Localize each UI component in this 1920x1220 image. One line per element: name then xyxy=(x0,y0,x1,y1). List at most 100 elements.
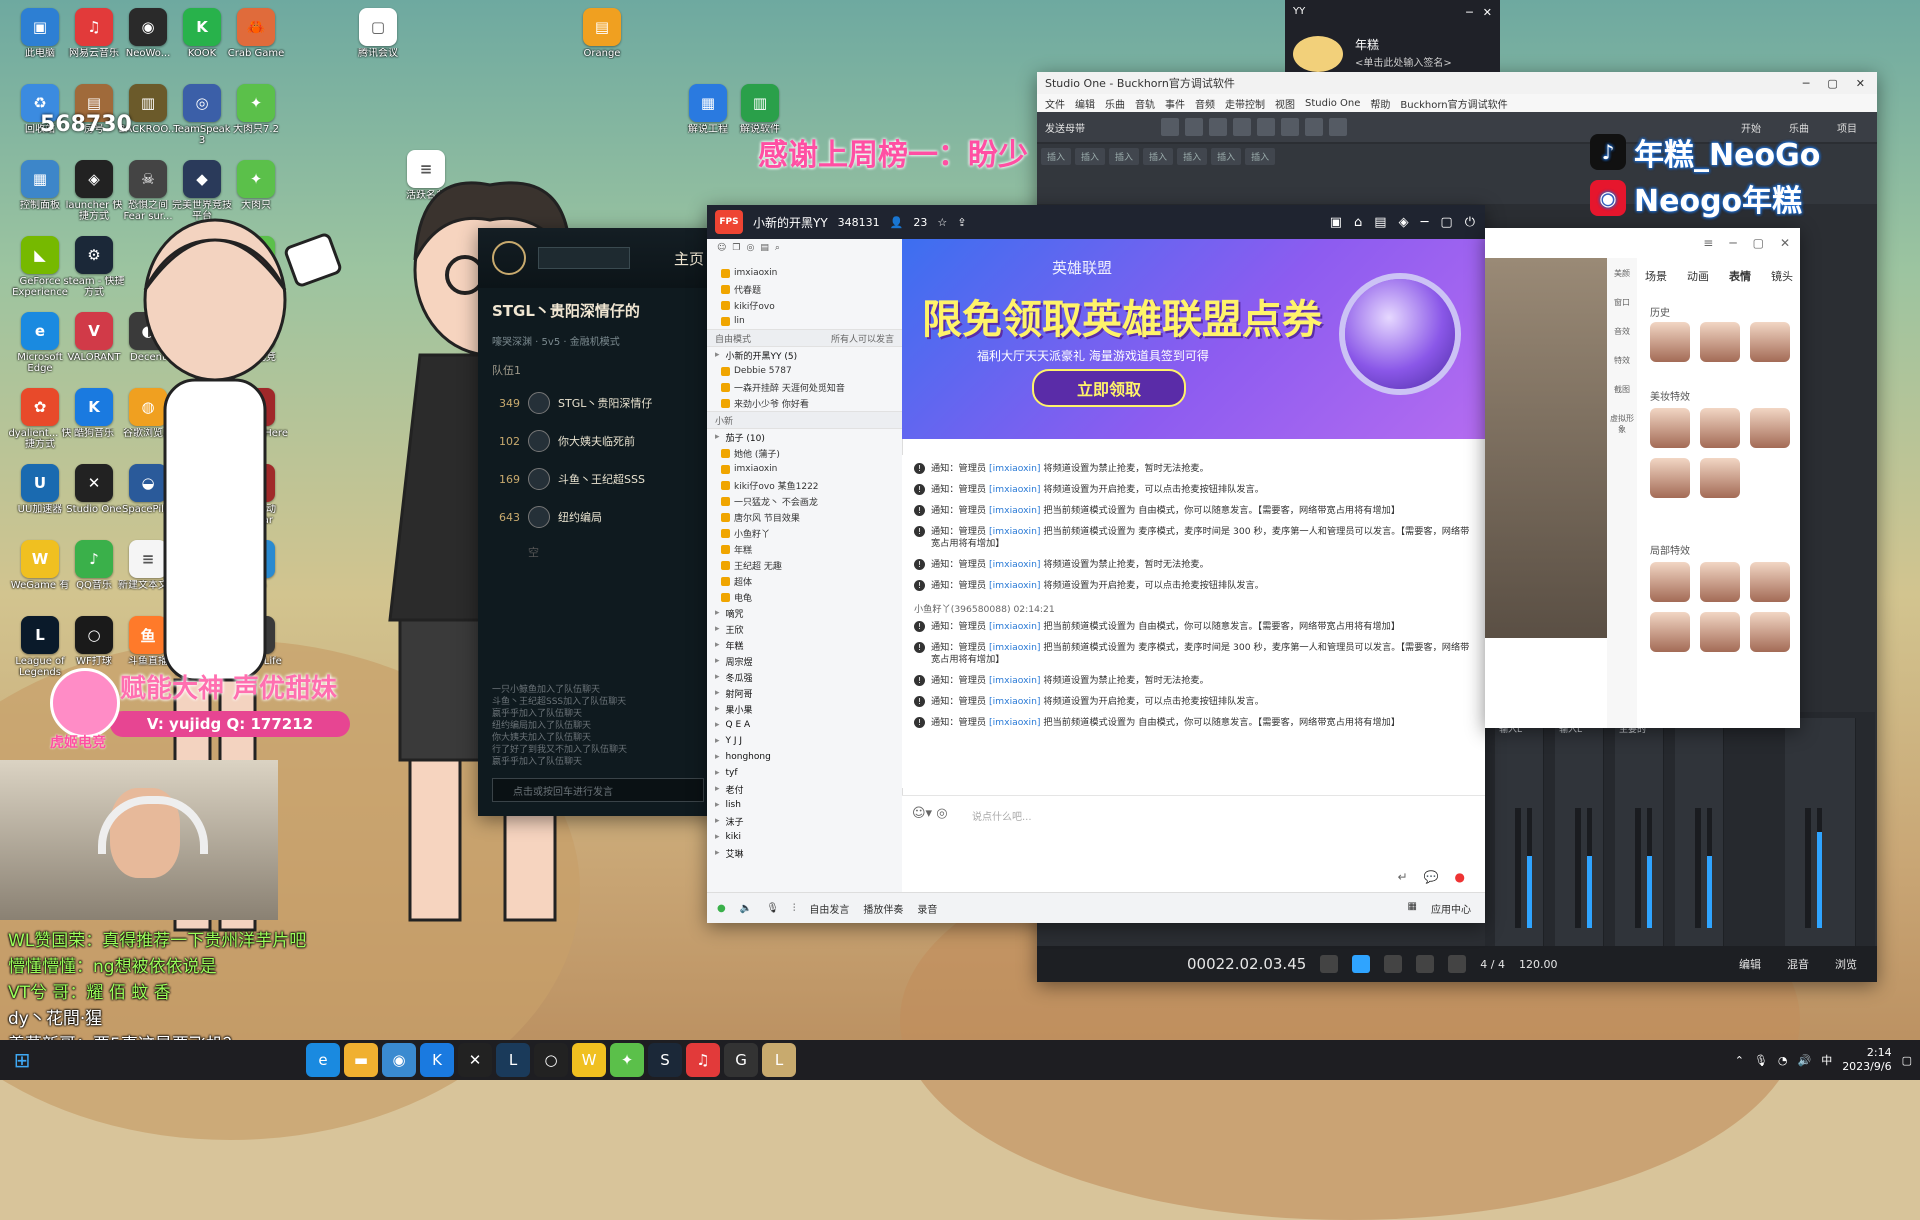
studio-tab[interactable]: 项目 xyxy=(1837,120,1857,135)
user-icon[interactable]: ☺ xyxy=(717,243,726,261)
ime-icon[interactable]: 中 xyxy=(1821,1052,1832,1068)
home-icon[interactable]: ⌂ xyxy=(1354,215,1362,230)
effect-thumb[interactable] xyxy=(1750,562,1790,602)
eraser-tool-icon[interactable] xyxy=(1233,118,1251,136)
minimize-icon[interactable]: ─ xyxy=(1421,215,1429,230)
effect-thumb[interactable] xyxy=(1700,322,1740,362)
effect-thumb[interactable] xyxy=(1750,612,1790,652)
subchannel[interactable]: 老付 xyxy=(707,781,902,797)
subchannel[interactable]: 果小果 xyxy=(707,701,902,717)
play-accompaniment-button[interactable]: 播放伴奏 xyxy=(863,901,903,916)
subchannel[interactable]: 射阿哥 xyxy=(707,685,902,701)
user-signature[interactable]: <单击此处输入签名> xyxy=(1355,54,1452,69)
emoji-icon[interactable]: ☺▾ ◎ xyxy=(912,806,948,821)
menu-item[interactable]: 音轨 xyxy=(1135,96,1155,111)
mic-tray-icon[interactable]: 🎙 xyxy=(1754,1054,1768,1067)
chrome-icon[interactable]: ◉ xyxy=(382,1043,416,1077)
screen-icon[interactable]: ▣ xyxy=(1330,215,1342,230)
subchannel[interactable]: 王欣 xyxy=(707,621,902,637)
split-tool-icon[interactable] xyxy=(1209,118,1227,136)
menu-item[interactable]: 帮助 xyxy=(1370,96,1390,111)
note-icon[interactable]: ▤ xyxy=(760,243,769,261)
channel-user[interactable]: 她他 (蒲子) xyxy=(707,445,902,461)
player-row[interactable]: 643 纽约编局 xyxy=(478,498,718,536)
record-button[interactable]: 录音 xyxy=(917,901,937,916)
desktop-icon[interactable]: ⚙ steam - 快捷方式 xyxy=(62,236,126,298)
fx-tab[interactable]: 表情 xyxy=(1729,268,1751,284)
fx-side-item[interactable]: 窗口 xyxy=(1607,297,1637,308)
record-button[interactable] xyxy=(1416,955,1435,973)
dayan-icon[interactable]: ✦ xyxy=(610,1043,644,1077)
subchannel[interactable]: 艾琳 xyxy=(707,845,902,861)
effect-thumb[interactable] xyxy=(1650,322,1690,362)
fx-side-item[interactable]: 截图 xyxy=(1607,384,1637,395)
arrow-tool-icon[interactable] xyxy=(1161,118,1179,136)
insert-slot[interactable]: 插入 xyxy=(1211,148,1242,165)
subchannel[interactable]: 嘀咒 xyxy=(707,605,902,621)
chat-input-area[interactable]: ☺▾ ◎ 说点什么吧... ↵ 💬 ● xyxy=(902,795,1485,894)
channel-user[interactable]: imxiaoxin xyxy=(707,461,902,477)
menu-icon[interactable]: ≡ xyxy=(1703,236,1713,250)
channel-user[interactable]: 小鱼籽丫 xyxy=(707,525,902,541)
player-row[interactable]: 102 你大姨夫临死前 xyxy=(478,422,718,460)
share-icon[interactable]: ⇪ xyxy=(957,216,966,229)
maximize-icon[interactable]: ▢ xyxy=(1753,236,1764,250)
fx-tab[interactable]: 动画 xyxy=(1687,268,1709,284)
effect-thumb[interactable] xyxy=(1700,408,1740,448)
channel-user[interactable]: 超体 xyxy=(707,573,902,589)
subchannel[interactable]: lish xyxy=(707,797,902,813)
menu-item[interactable]: Buckhorn官方调试软件 xyxy=(1400,96,1507,111)
channel-user[interactable]: kiki仔ovo 某鱼1222 xyxy=(707,477,902,493)
insert-slot[interactable]: 插入 xyxy=(1177,148,1208,165)
minimize-icon[interactable]: ─ xyxy=(1729,236,1736,250)
wf-icon[interactable]: ○ xyxy=(534,1043,568,1077)
empty-slot[interactable]: 空 xyxy=(478,536,718,568)
speaker-icon[interactable]: 🔈 xyxy=(740,903,752,914)
power-icon[interactable]: ⏻ xyxy=(1465,215,1475,230)
edge-icon[interactable]: e xyxy=(306,1043,340,1077)
paint-tool-icon[interactable] xyxy=(1257,118,1275,136)
steam-icon[interactable]: S xyxy=(648,1043,682,1077)
effect-thumb[interactable] xyxy=(1700,562,1740,602)
channel-user[interactable]: 唐尔风 节目效果 xyxy=(707,509,902,525)
lobby-chat-input[interactable]: 点击或按回车进行发言 xyxy=(492,778,704,802)
admin-name[interactable]: [imxiaoxin] xyxy=(989,484,1040,495)
grid-icon[interactable]: ▦ xyxy=(1408,901,1417,916)
search-icon[interactable]: ⌕ xyxy=(775,243,780,261)
insert-slot[interactable]: 插入 xyxy=(1245,148,1276,165)
desktop-icon[interactable]: ✦ 大肉只7.2 xyxy=(224,84,288,135)
subchannel[interactable]: 小新的开黑YY (5) xyxy=(707,347,902,363)
channel-user[interactable]: 一只猛龙丶 不会画龙 xyxy=(707,493,902,509)
mic-queue-user[interactable]: imxiaoxin xyxy=(707,265,902,281)
record-icon[interactable]: ● xyxy=(1455,870,1465,884)
menu-item[interactable]: 视图 xyxy=(1275,96,1295,111)
avatar[interactable] xyxy=(1293,36,1343,72)
netease-music-icon[interactable]: ♫ xyxy=(686,1043,720,1077)
admin-name[interactable]: [imxiaoxin] xyxy=(989,621,1040,632)
fx-tab[interactable]: 镜头 xyxy=(1771,268,1793,284)
windows-start-icon[interactable]: ⊞ xyxy=(0,1040,44,1080)
tray-chevron-icon[interactable]: ⌃ xyxy=(1735,1054,1744,1067)
home-tab[interactable]: 主页 xyxy=(674,248,704,269)
range-tool-icon[interactable] xyxy=(1185,118,1203,136)
notification-icon[interactable]: ▢ xyxy=(1902,1054,1912,1067)
fx-side-item[interactable]: 特效 xyxy=(1607,355,1637,366)
list-icon[interactable]: ▤ xyxy=(1374,215,1386,230)
lol-icon[interactable]: L xyxy=(496,1043,530,1077)
mixer-channel[interactable]: 输入L xyxy=(1555,718,1604,958)
app-center-button[interactable]: 应用中心 xyxy=(1431,901,1471,916)
listen-tool-icon[interactable] xyxy=(1329,118,1347,136)
mixer-channel[interactable]: 主要的 xyxy=(1615,718,1664,958)
minimize-icon[interactable]: ─ xyxy=(1803,77,1810,90)
play-button[interactable] xyxy=(1384,955,1403,973)
rewind-button[interactable] xyxy=(1320,955,1339,973)
channel-user[interactable]: 一森开挂醉 天涯何处觅知音 xyxy=(707,379,902,395)
admin-name[interactable]: [imxiaoxin] xyxy=(989,675,1040,686)
menu-item[interactable]: 音频 xyxy=(1195,96,1215,111)
claim-button[interactable]: 立即领取 xyxy=(1032,369,1186,407)
subchannel[interactable]: 冬瓜强 xyxy=(707,669,902,685)
subchannel[interactable]: 周宗煜 xyxy=(707,653,902,669)
copy-icon[interactable]: ❐ xyxy=(732,243,740,261)
menu-item[interactable]: 乐曲 xyxy=(1105,96,1125,111)
admin-name[interactable]: [imxiaoxin] xyxy=(989,505,1040,516)
